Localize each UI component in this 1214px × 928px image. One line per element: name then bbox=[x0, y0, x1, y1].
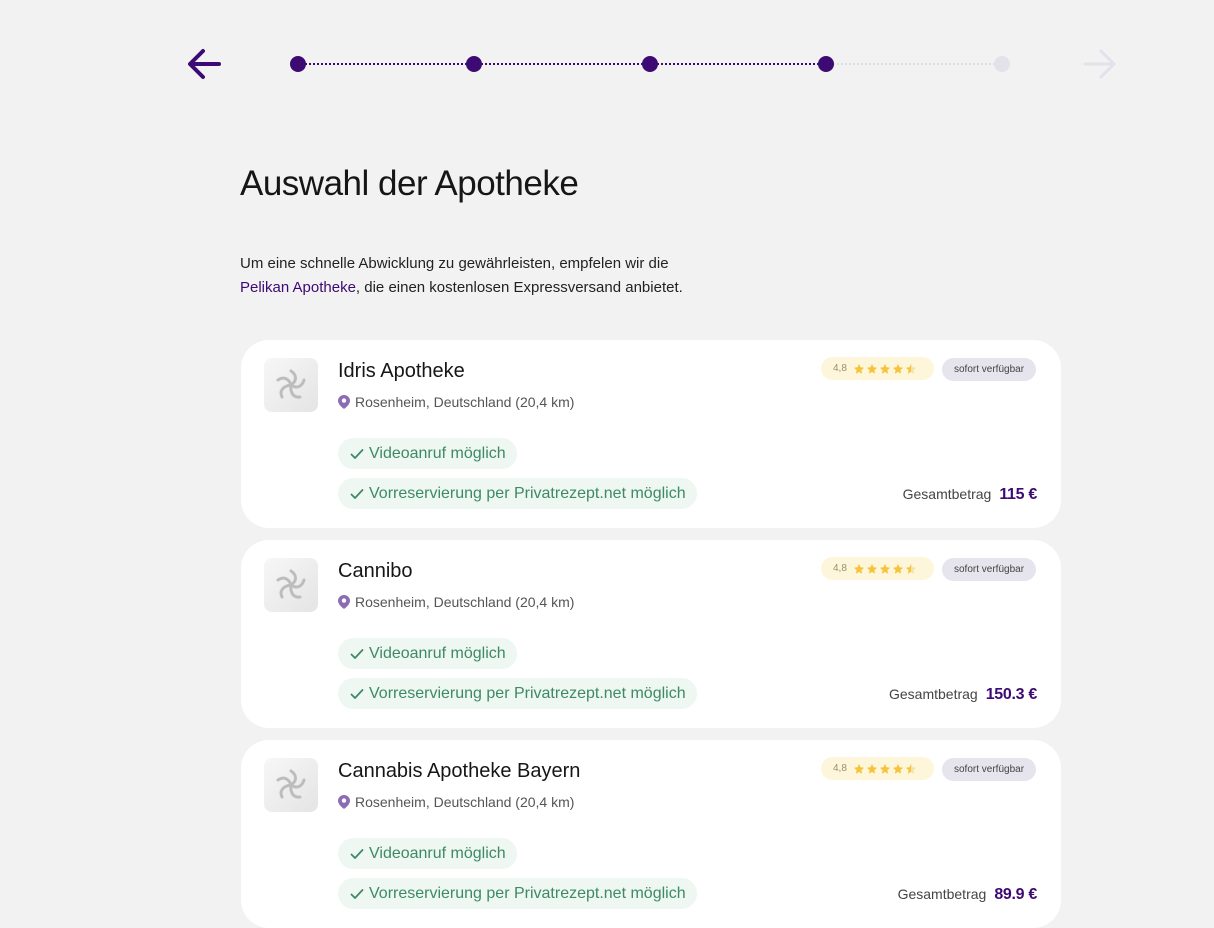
check-icon bbox=[350, 648, 364, 659]
feature-badge-video-call: Videoanruf möglich bbox=[338, 838, 517, 869]
pharmacy-name: Cannibo bbox=[338, 560, 413, 582]
star-icon bbox=[892, 563, 904, 574]
star-icon bbox=[905, 363, 917, 374]
availability-badge: sofort verfügbar bbox=[942, 558, 1037, 581]
step-5-dot bbox=[994, 56, 1010, 72]
pharmacy-logo bbox=[264, 758, 318, 812]
pharmacy-name: Idris Apotheke bbox=[338, 360, 465, 382]
star-icon bbox=[866, 763, 878, 774]
intro-text-before: Um eine schnelle Abwicklung zu gewährlei… bbox=[240, 255, 669, 272]
pharmacy-card[interactable]: Cannibo Rosenheim, Deutschland (20,4 km)… bbox=[241, 540, 1061, 728]
location-text: Rosenheim, Deutschland (20,4 km) bbox=[355, 394, 575, 410]
rating-stars bbox=[853, 563, 917, 575]
feature-label: Vorreservierung per Privatrezept.net mög… bbox=[369, 684, 686, 702]
forward-arrow-icon bbox=[1083, 49, 1116, 79]
check-icon bbox=[350, 888, 364, 899]
step-4-dot bbox=[818, 56, 834, 72]
feature-badge-reservation: Vorreservierung per Privatrezept.net mög… bbox=[338, 478, 697, 509]
page: Auswahl der Apotheke Um eine schnelle Ab… bbox=[0, 0, 1214, 928]
step-1-dot bbox=[290, 56, 306, 72]
check-icon bbox=[350, 448, 364, 459]
feature-badge-reservation: Vorreservierung per Privatrezept.net mög… bbox=[338, 878, 697, 909]
feature-label: Videoanruf möglich bbox=[369, 844, 506, 862]
rating-value: 4,8 bbox=[833, 763, 847, 774]
step-3-dot bbox=[642, 56, 658, 72]
progress-line-remaining bbox=[826, 63, 1002, 65]
rating-badge: 4,8 bbox=[821, 357, 934, 380]
star-icon bbox=[879, 763, 891, 774]
pharmacy-card[interactable]: Cannabis Apotheke Bayern Rosenheim, Deut… bbox=[241, 740, 1061, 928]
feature-label: Vorreservierung per Privatrezept.net mög… bbox=[369, 484, 686, 502]
star-icon bbox=[866, 563, 878, 574]
location-text: Rosenheim, Deutschland (20,4 km) bbox=[355, 794, 575, 810]
star-icon bbox=[879, 563, 891, 574]
total-amount: Gesamtbetrag 150.3 € bbox=[889, 686, 1037, 704]
availability-badge: sofort verfügbar bbox=[942, 758, 1037, 781]
availability-badge: sofort verfügbar bbox=[942, 358, 1037, 381]
location-text: Rosenheim, Deutschland (20,4 km) bbox=[355, 594, 575, 610]
check-icon bbox=[350, 488, 364, 499]
pharmacy-logo bbox=[264, 358, 318, 412]
check-icon bbox=[350, 848, 364, 859]
rating-value: 4,8 bbox=[833, 363, 847, 374]
page-title: Auswahl der Apotheke bbox=[240, 164, 579, 203]
feature-label: Videoanruf möglich bbox=[369, 644, 506, 662]
star-icon bbox=[853, 563, 865, 574]
check-icon bbox=[350, 688, 364, 699]
total-amount: Gesamtbetrag 115 € bbox=[902, 486, 1038, 504]
star-icon bbox=[879, 363, 891, 374]
progress-line-completed bbox=[298, 63, 826, 65]
location-pin-icon bbox=[338, 395, 350, 409]
star-icon bbox=[853, 763, 865, 774]
intro-text: Um eine schnelle Abwicklung zu gewährlei… bbox=[240, 252, 760, 300]
total-value: 150.3 € bbox=[985, 686, 1038, 703]
pharmacy-logo-icon bbox=[276, 569, 306, 599]
feature-label: Vorreservierung per Privatrezept.net mög… bbox=[369, 884, 686, 902]
rating-stars bbox=[853, 363, 917, 375]
pharmacy-location: Rosenheim, Deutschland (20,4 km) bbox=[338, 794, 574, 810]
pharmacy-name: Cannabis Apotheke Bayern bbox=[338, 760, 581, 782]
star-icon bbox=[892, 363, 904, 374]
pharmacy-location: Rosenheim, Deutschland (20,4 km) bbox=[338, 594, 574, 610]
rating-badge: 4,8 bbox=[821, 557, 934, 580]
feature-label: Videoanruf möglich bbox=[369, 444, 506, 462]
rating-badge: 4,8 bbox=[821, 757, 934, 780]
back-arrow-icon[interactable] bbox=[186, 47, 222, 81]
step-2-dot bbox=[466, 56, 482, 72]
recommended-pharmacy-link[interactable]: Pelikan Apotheke bbox=[240, 279, 356, 296]
star-icon bbox=[892, 763, 904, 774]
pharmacy-logo-icon bbox=[276, 769, 306, 799]
pharmacy-logo bbox=[264, 558, 318, 612]
intro-text-after: , die einen kostenlosen Expressversand a… bbox=[355, 279, 683, 296]
star-icon bbox=[866, 363, 878, 374]
rating-stars bbox=[853, 763, 917, 775]
total-label: Gesamtbetrag bbox=[897, 886, 987, 902]
location-pin-icon bbox=[338, 595, 350, 609]
pharmacy-location: Rosenheim, Deutschland (20,4 km) bbox=[338, 394, 574, 410]
progress-stepper bbox=[290, 56, 1012, 72]
star-icon bbox=[905, 563, 917, 574]
total-label: Gesamtbetrag bbox=[902, 486, 992, 502]
rating-value: 4,8 bbox=[833, 563, 847, 574]
feature-badge-video-call: Videoanruf möglich bbox=[338, 438, 517, 469]
feature-badge-reservation: Vorreservierung per Privatrezept.net mög… bbox=[338, 678, 697, 709]
total-value: 115 € bbox=[999, 486, 1037, 503]
star-icon bbox=[905, 763, 917, 774]
pharmacy-card[interactable]: Idris Apotheke Rosenheim, Deutschland (2… bbox=[241, 340, 1061, 528]
total-label: Gesamtbetrag bbox=[888, 686, 978, 702]
pharmacy-logo-icon bbox=[276, 369, 306, 399]
total-value: 89.9 € bbox=[994, 886, 1037, 903]
feature-badge-video-call: Videoanruf möglich bbox=[338, 638, 517, 669]
star-icon bbox=[853, 363, 865, 374]
location-pin-icon bbox=[338, 795, 350, 809]
total-amount: Gesamtbetrag 89.9 € bbox=[897, 886, 1038, 904]
